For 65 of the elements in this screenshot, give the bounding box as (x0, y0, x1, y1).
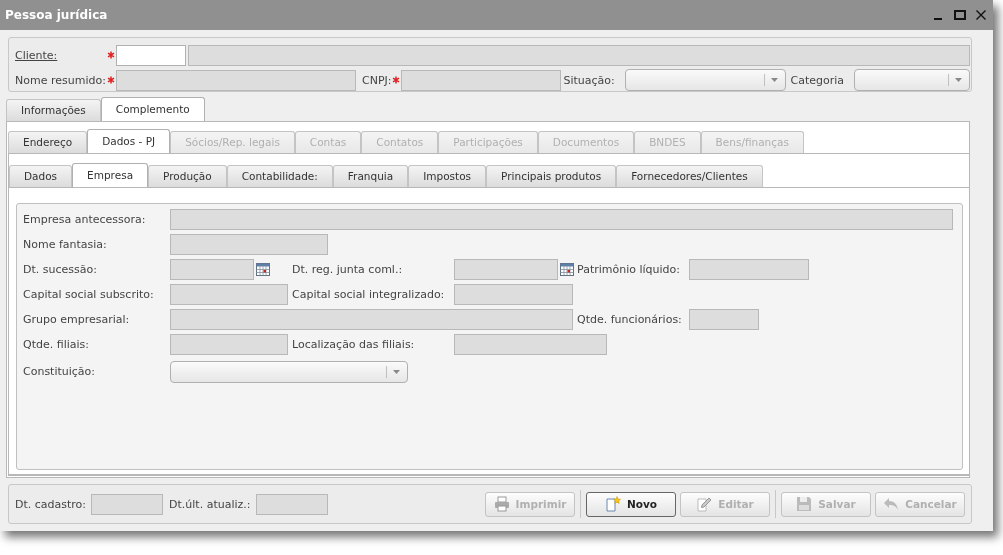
category-dropdown[interactable] (853, 69, 970, 91)
text-field[interactable] (454, 334, 607, 355)
text-field[interactable] (170, 334, 288, 355)
save-icon (796, 496, 813, 512)
client-code-field[interactable] (116, 44, 186, 66)
tab[interactable]: Contabilidade: (226, 165, 333, 187)
calendar-icon[interactable] (256, 263, 270, 276)
status-dropdown[interactable] (624, 69, 786, 91)
text-field[interactable] (689, 309, 759, 330)
tab[interactable]: Impostos (408, 165, 487, 187)
window-title: Pessoa jurídica (5, 8, 109, 22)
text-field[interactable] (170, 284, 288, 305)
field-label: Qtde. filiais: (23, 338, 90, 351)
calendar-icon[interactable] (560, 263, 574, 276)
date-field[interactable] (255, 493, 328, 515)
caret-icon (954, 77, 963, 83)
printer-icon (493, 496, 510, 512)
tab[interactable]: Fornecedores/Clientes (616, 165, 763, 187)
text-field[interactable] (170, 209, 953, 230)
field-label: Cliente: (15, 48, 59, 62)
field-label: Nome resumido: (15, 73, 107, 87)
date-field[interactable] (170, 259, 254, 280)
field-label: Dt. reg. junta coml.: (292, 263, 404, 276)
tab[interactable]: Franquia (332, 165, 409, 187)
short-name-field[interactable] (116, 69, 356, 91)
date-field[interactable] (91, 493, 164, 515)
field-label: Capital social integralizado: (292, 288, 446, 301)
field-label: Qtde. funcionários: (577, 313, 683, 326)
text-field[interactable] (689, 259, 809, 280)
tab[interactable]: Endereço (8, 131, 88, 153)
text-field[interactable] (454, 284, 573, 305)
field-label: Categoria (790, 73, 846, 87)
new-document-icon (604, 496, 621, 512)
field-label: Dt. sucessão: (23, 263, 98, 276)
pencil-icon (696, 496, 713, 512)
field-label: Patrimônio líquido: (577, 263, 681, 276)
field-label: CNPJ: (362, 73, 392, 87)
close-icon[interactable] (975, 9, 987, 21)
dropdown[interactable] (170, 360, 408, 383)
tab[interactable]: Dados - PJ (87, 129, 171, 153)
maximize-icon[interactable] (954, 9, 966, 21)
tab[interactable]: Principais produtos (486, 165, 617, 187)
cnpj-field[interactable] (400, 69, 561, 91)
toolbar-button[interactable]: Novo (586, 491, 676, 517)
tab[interactable]: Dados (9, 165, 73, 187)
field-label: Situação: (563, 73, 616, 87)
caret-icon (769, 77, 779, 83)
tab[interactable]: Produção (148, 165, 227, 187)
field-label: Dt. cadastro: (15, 497, 87, 511)
undo-arrow-icon (883, 496, 900, 512)
tab[interactable]: Informações (6, 99, 101, 121)
field-label: Dt.últ. atualiz.: (169, 497, 251, 511)
field-label: Empresa antecessora: (23, 213, 147, 226)
tab[interactable]: Empresa (72, 163, 149, 187)
date-field[interactable] (454, 259, 558, 280)
client-name-field[interactable] (188, 44, 970, 66)
field-label: Capital social subscrito: (23, 288, 155, 301)
caret-icon (392, 368, 401, 375)
field-label: Constituição: (23, 365, 97, 378)
text-field[interactable] (170, 234, 328, 255)
text-field[interactable] (170, 309, 573, 330)
tab[interactable]: Complemento (100, 97, 205, 121)
field-label: Grupo empresarial: (23, 313, 131, 326)
field-label: Localização das filiais: (292, 338, 416, 351)
field-label: Nome fantasia: (23, 238, 108, 251)
